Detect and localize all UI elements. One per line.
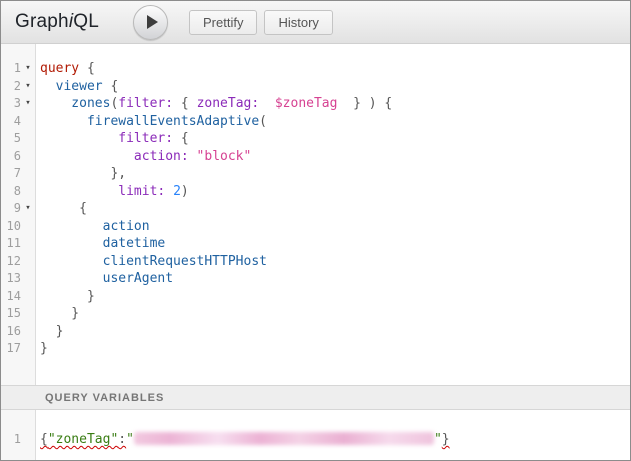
line-number: 12 [1,253,21,271]
code-token: filter: [40,131,173,146]
line-number: 4 [1,113,21,131]
code-line[interactable]: viewer { [40,78,630,96]
code-token: 2 [173,184,181,199]
code-token: " [434,432,442,447]
code-line[interactable]: datetime [40,235,630,253]
toolbar: GraphiQL Prettify History [1,1,630,44]
line-number: 5 [1,130,21,148]
redacted-zone-tag-value [134,432,434,445]
line-number: 7 [1,165,21,183]
code-token: { [79,61,95,76]
query-editor-gutter: 1▾2▾3▾456789▾1011121314151617 [1,44,36,385]
code-token [165,184,173,199]
fold-arrow-icon[interactable]: ▾ [21,60,35,78]
code-token: query [40,61,79,76]
code-token: action [40,219,150,234]
line-number: 1 [1,60,21,78]
code-token: { [173,96,196,111]
query-variables-title-bar[interactable]: QUERY VARIABLES [1,385,630,410]
variables-editor-code[interactable]: {"zoneTag":""} [36,410,630,460]
code-token: $zoneTag [275,96,338,111]
code-token: } ) { [337,96,392,111]
code-token [259,96,275,111]
code-token: } [40,324,63,339]
code-token: { [173,131,189,146]
query-editor-code[interactable]: query { viewer { zones(filter: { zoneTag… [36,44,630,385]
code-token: clientRequestHTTPHost [40,254,267,269]
code-token: datetime [40,236,165,251]
graphiql-window: GraphiQL Prettify History 1▾2▾3▾456789▾1… [0,0,631,461]
fold-arrow-icon[interactable]: ▾ [21,95,35,113]
line-number: 2 [1,78,21,96]
line-number: 8 [1,183,21,201]
code-line[interactable]: {"zoneTag":""} [40,431,630,449]
code-line[interactable]: action: "block" [40,148,630,166]
code-token: zoneTag: [197,96,260,111]
execute-query-button[interactable] [133,5,168,40]
code-line[interactable]: clientRequestHTTPHost [40,253,630,271]
code-token: filter: [118,96,173,111]
fold-arrow-icon[interactable]: ▾ [21,200,35,218]
code-line[interactable]: userAgent [40,270,630,288]
code-line[interactable]: action [40,218,630,236]
line-number: 14 [1,288,21,306]
code-token: ) [181,184,189,199]
code-line[interactable]: zones(filter: { zoneTag: $zoneTag } ) { [40,95,630,113]
fold-arrow-icon[interactable]: ▾ [21,78,35,96]
code-line[interactable]: query { [40,60,630,78]
code-token: " [126,432,134,447]
code-token: "zoneTag" [48,432,118,447]
variables-editor-gutter: 1 [1,410,36,460]
code-token: action: [40,149,189,164]
code-line[interactable]: } [40,340,630,358]
line-number: 6 [1,148,21,166]
code-token: { [103,79,119,94]
code-line[interactable]: filter: { [40,130,630,148]
line-number: 10 [1,218,21,236]
query-variables-editor[interactable]: 1 {"zoneTag":""} [1,410,630,460]
code-token: { [40,201,87,216]
query-editor[interactable]: 1▾2▾3▾456789▾1011121314151617 query { vi… [1,44,630,385]
history-button[interactable]: History [264,10,332,35]
line-number: 1 [1,431,21,449]
code-token: ( [259,114,267,129]
code-token: : [118,432,126,447]
line-number: 13 [1,270,21,288]
line-number: 15 [1,305,21,323]
code-line[interactable]: limit: 2) [40,183,630,201]
code-line[interactable]: } [40,323,630,341]
code-token: } [40,289,95,304]
graphiql-logo: GraphiQL [15,11,99,33]
code-token: viewer [40,79,103,94]
code-line[interactable]: { [40,200,630,218]
code-line[interactable]: }, [40,165,630,183]
line-number: 3 [1,95,21,113]
code-token: { [40,432,48,447]
code-token: firewallEventsAdaptive [40,114,259,129]
code-token: userAgent [40,271,173,286]
code-line[interactable]: } [40,288,630,306]
code-token: limit: [40,184,165,199]
code-token: } [40,306,79,321]
code-token [189,149,197,164]
code-token: } [442,432,450,447]
code-token: zones [40,96,110,111]
code-token: } [40,341,48,356]
prettify-button[interactable]: Prettify [189,10,257,35]
code-token: "block" [197,149,252,164]
logo-text-post: QL [73,11,99,32]
line-number: 9 [1,200,21,218]
code-line[interactable]: } [40,305,630,323]
logo-text-pre: Graph [15,11,69,32]
code-token: }, [40,166,126,181]
code-line[interactable]: firewallEventsAdaptive( [40,113,630,131]
play-icon [147,15,158,29]
line-number: 11 [1,235,21,253]
line-number: 17 [1,340,21,358]
line-number: 16 [1,323,21,341]
query-variables-title: QUERY VARIABLES [45,392,164,404]
